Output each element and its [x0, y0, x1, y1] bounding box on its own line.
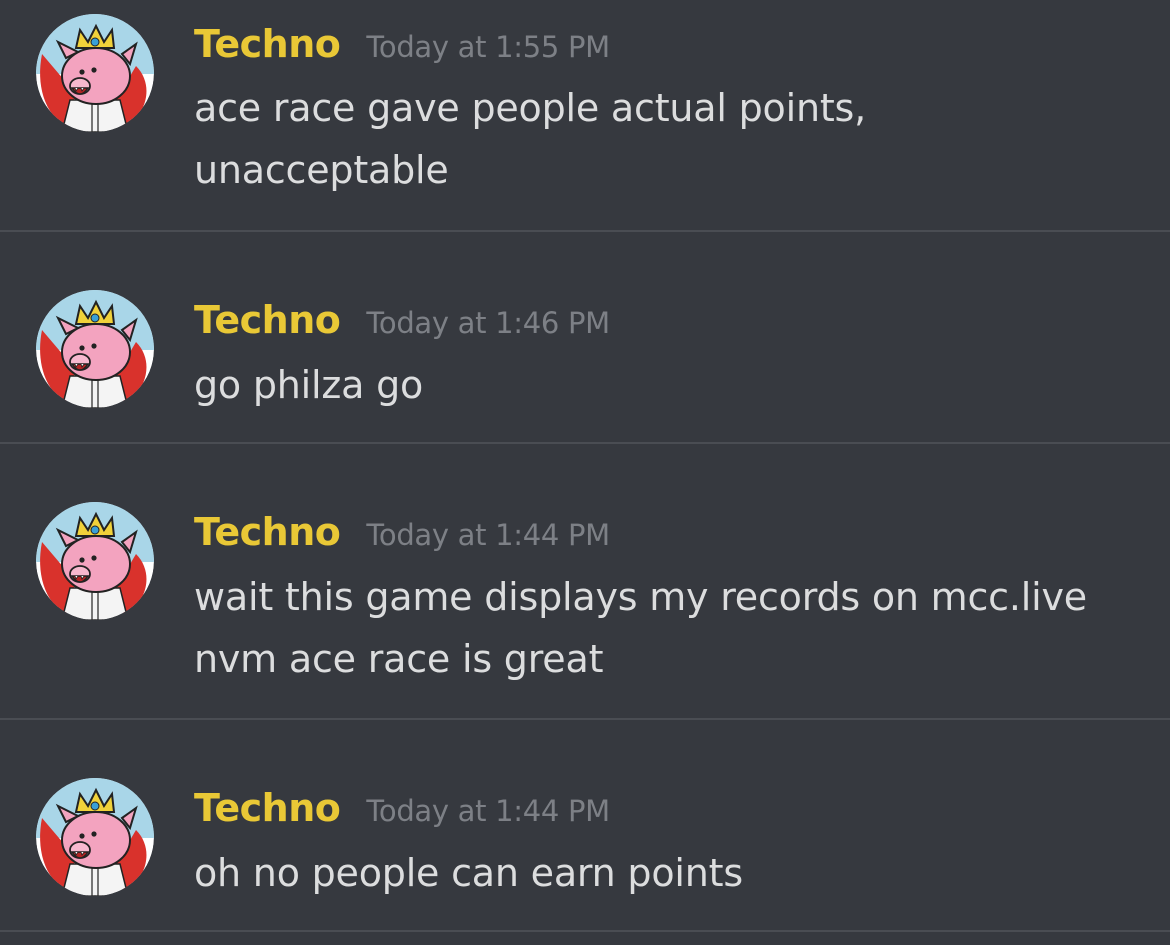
username[interactable]: Techno [194, 786, 341, 830]
message-line: nvm ace race is great [194, 637, 604, 681]
message-divider [0, 930, 1170, 932]
message-line: unacceptable [194, 148, 449, 192]
message-content: wait this game displays my records on mc… [194, 566, 1140, 690]
username[interactable]: Techno [194, 510, 341, 554]
message-line: ace race gave people actual points, [194, 86, 867, 130]
timestamp: Today at 1:44 PM [366, 794, 610, 828]
message-item[interactable]: Techno Today at 1:46 PM go philza go [0, 232, 1170, 444]
message-header: Techno Today at 1:46 PM [194, 298, 610, 342]
timestamp: Today at 1:55 PM [366, 30, 610, 64]
username[interactable]: Techno [194, 22, 341, 66]
message-line: go philza go [194, 363, 424, 407]
message-header: Techno Today at 1:55 PM [194, 22, 610, 66]
message-feed: Techno Today at 1:55 PM ace race gave pe… [0, 0, 1170, 945]
message-line: wait this game displays my records on mc… [194, 575, 1087, 619]
message-header: Techno Today at 1:44 PM [194, 786, 610, 830]
message-content: oh no people can earn points [194, 842, 1140, 904]
message-line: oh no people can earn points [194, 851, 743, 895]
message-item[interactable]: Techno Today at 1:44 PM wait this game d… [0, 444, 1170, 720]
timestamp: Today at 1:46 PM [366, 306, 610, 340]
message-item[interactable]: Techno Today at 1:44 PM oh no people can… [0, 720, 1170, 932]
message-content: ace race gave people actual points, unac… [194, 77, 1140, 201]
message-item[interactable]: Techno Today at 1:55 PM ace race gave pe… [0, 0, 1170, 232]
message-content: go philza go [194, 354, 1140, 416]
username[interactable]: Techno [194, 298, 341, 342]
pig-with-crown-avatar[interactable] [36, 778, 154, 896]
timestamp: Today at 1:44 PM [366, 518, 610, 552]
pig-with-crown-avatar[interactable] [36, 290, 154, 408]
message-header: Techno Today at 1:44 PM [194, 510, 610, 554]
pig-with-crown-avatar[interactable] [36, 502, 154, 620]
pig-with-crown-avatar[interactable] [36, 14, 154, 132]
